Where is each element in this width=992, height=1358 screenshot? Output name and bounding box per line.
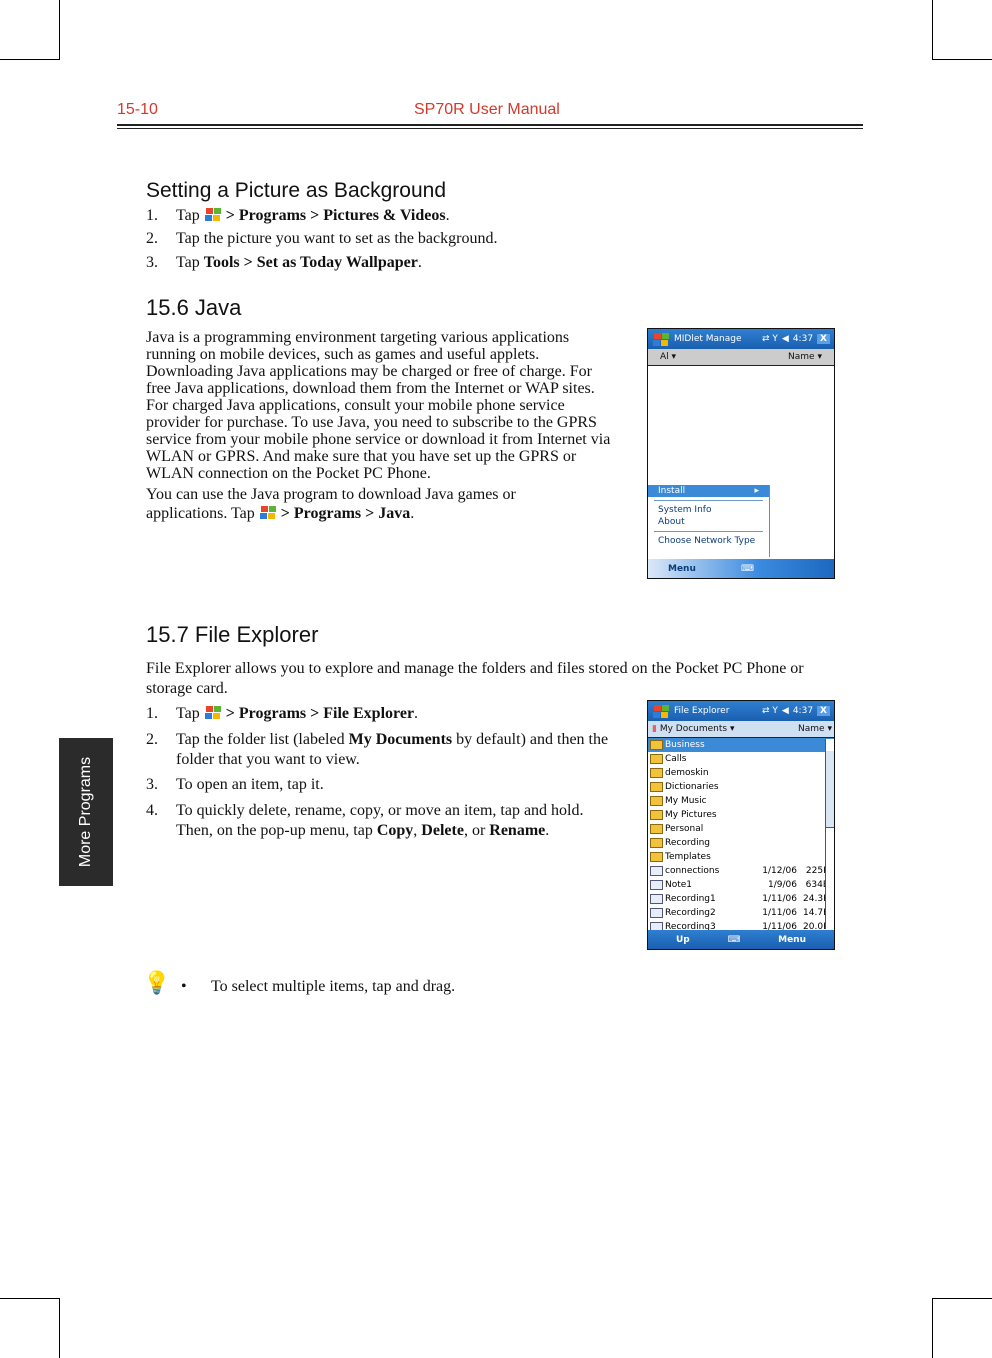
crop-mark <box>0 1298 60 1299</box>
folder-icon <box>650 796 663 806</box>
signal-icon: ⇄ Y <box>762 706 778 716</box>
crop-mark <box>59 0 60 60</box>
tip-lightbulb-icon: 💡 <box>143 970 171 995</box>
clock: 4:37 <box>792 334 814 344</box>
windows-start-icon <box>204 705 222 720</box>
crop-mark <box>932 0 933 60</box>
window-title: File Explorer <box>674 706 730 716</box>
crop-mark <box>59 1298 60 1358</box>
windows-start-icon <box>259 505 277 520</box>
crop-mark <box>932 1298 933 1358</box>
volume-icon: ◀ <box>781 334 789 344</box>
file-list-item[interactable]: My Pictures <box>648 808 834 822</box>
menu-button[interactable]: Menu <box>778 935 806 945</box>
file-list-item[interactable]: Dictionaries <box>648 780 834 794</box>
windows-start-icon <box>652 332 670 347</box>
sort-dropdown[interactable]: Name ▾ <box>798 724 832 734</box>
file-list-item[interactable]: Calls <box>648 752 834 766</box>
folder-icon <box>650 768 663 778</box>
file-list-item[interactable]: demoskin <box>648 766 834 780</box>
file-list-item[interactable]: Personal <box>648 822 834 836</box>
windows-start-icon <box>652 704 670 719</box>
file-icon <box>650 908 663 918</box>
side-tab-label: More Programs <box>77 756 94 868</box>
chevron-right-icon: ▸ <box>754 486 759 496</box>
folder-icon <box>650 852 663 862</box>
java-paragraph: Java is a programming environment target… <box>146 329 611 482</box>
menu-button[interactable]: Menu <box>668 564 696 574</box>
popup-menu: Install ▸ System Info About Choose Networ… <box>648 485 770 557</box>
keyboard-icon[interactable]: ⌨ <box>741 564 754 574</box>
crop-mark <box>932 59 992 60</box>
menu-item-network[interactable]: Choose Network Type <box>648 535 769 547</box>
java-paragraph: You can use the Java program to download… <box>146 486 516 522</box>
tip-bullet: • <box>181 978 187 995</box>
menu-item-install[interactable]: Install ▸ <box>648 485 769 497</box>
clock: 4:37 <box>792 706 814 716</box>
windows-start-icon <box>204 207 222 222</box>
file-list-item[interactable]: Recording2 1/11/06 14.7K <box>648 906 834 920</box>
file-explorer-screenshot: File Explorer ⇄ Y ◀ 4:37 X ▮ My Documents ▾ N… <box>647 700 835 950</box>
crop-mark <box>0 59 60 60</box>
folder-icon <box>650 838 663 848</box>
manual-title: SP70R User Manual <box>414 101 560 118</box>
signal-icon: ⇄ Y <box>762 334 778 344</box>
menu-item-system-info[interactable]: System Info <box>648 504 769 516</box>
scrollbar[interactable] <box>825 739 834 929</box>
file-list-item[interactable]: Business <box>648 738 834 752</box>
sort-dropdown[interactable]: Name ▾ <box>788 352 822 362</box>
close-button[interactable]: X <box>817 334 830 344</box>
device-icon: ▮ <box>652 724 657 734</box>
file-list-item[interactable]: My Music <box>648 794 834 808</box>
filter-dropdown[interactable]: Al ▾ <box>660 352 676 362</box>
file-list-item[interactable]: Templates <box>648 850 834 864</box>
file-list: Business Calls demoskin Dictionaries My Musi… <box>648 738 834 934</box>
file-icon <box>650 880 663 890</box>
page-number: 15-10 <box>117 101 158 118</box>
keyboard-icon[interactable]: ⌨ <box>727 935 740 945</box>
close-button[interactable]: X <box>817 706 830 716</box>
header-rule <box>117 128 863 129</box>
volume-icon: ◀ <box>781 706 789 716</box>
up-button[interactable]: Up <box>676 935 690 945</box>
midlet-manager-screenshot: MIDlet Manage ⇄ Y ◀ 4:37 X Al ▾ Name ▾ Instal… <box>647 328 835 579</box>
file-list-item[interactable]: connections 1/12/06 225K <box>648 864 834 878</box>
folder-icon <box>650 810 663 820</box>
folder-icon <box>650 782 663 792</box>
section-title: 15.6 Java <box>146 295 242 320</box>
header-rule <box>117 124 863 126</box>
file-list-item[interactable]: Recording1 1/11/06 24.3K <box>648 892 834 906</box>
file-list-item[interactable]: Note1 1/9/06 634B <box>648 878 834 892</box>
tip-text: To select multiple items, tap and drag. <box>211 978 456 995</box>
section-title: 15.7 File Explorer <box>146 622 319 647</box>
folder-icon <box>650 754 663 764</box>
crop-mark <box>932 1298 992 1299</box>
folder-icon <box>650 824 663 834</box>
fe-intro: File Explorer allows you to explore and … <box>146 660 804 697</box>
file-icon <box>650 866 663 876</box>
scrollbar-thumb[interactable] <box>826 751 834 828</box>
side-tab: More Programs <box>59 738 113 886</box>
menu-item-about[interactable]: About <box>648 516 769 528</box>
file-icon <box>650 894 663 904</box>
file-list-item[interactable]: Recording <box>648 836 834 850</box>
folder-icon <box>650 740 663 750</box>
window-title: MIDlet Manage <box>674 334 742 344</box>
folder-dropdown[interactable]: ▮ My Documents ▾ <box>652 724 735 734</box>
section-title: Setting a Picture as Background <box>146 179 447 202</box>
